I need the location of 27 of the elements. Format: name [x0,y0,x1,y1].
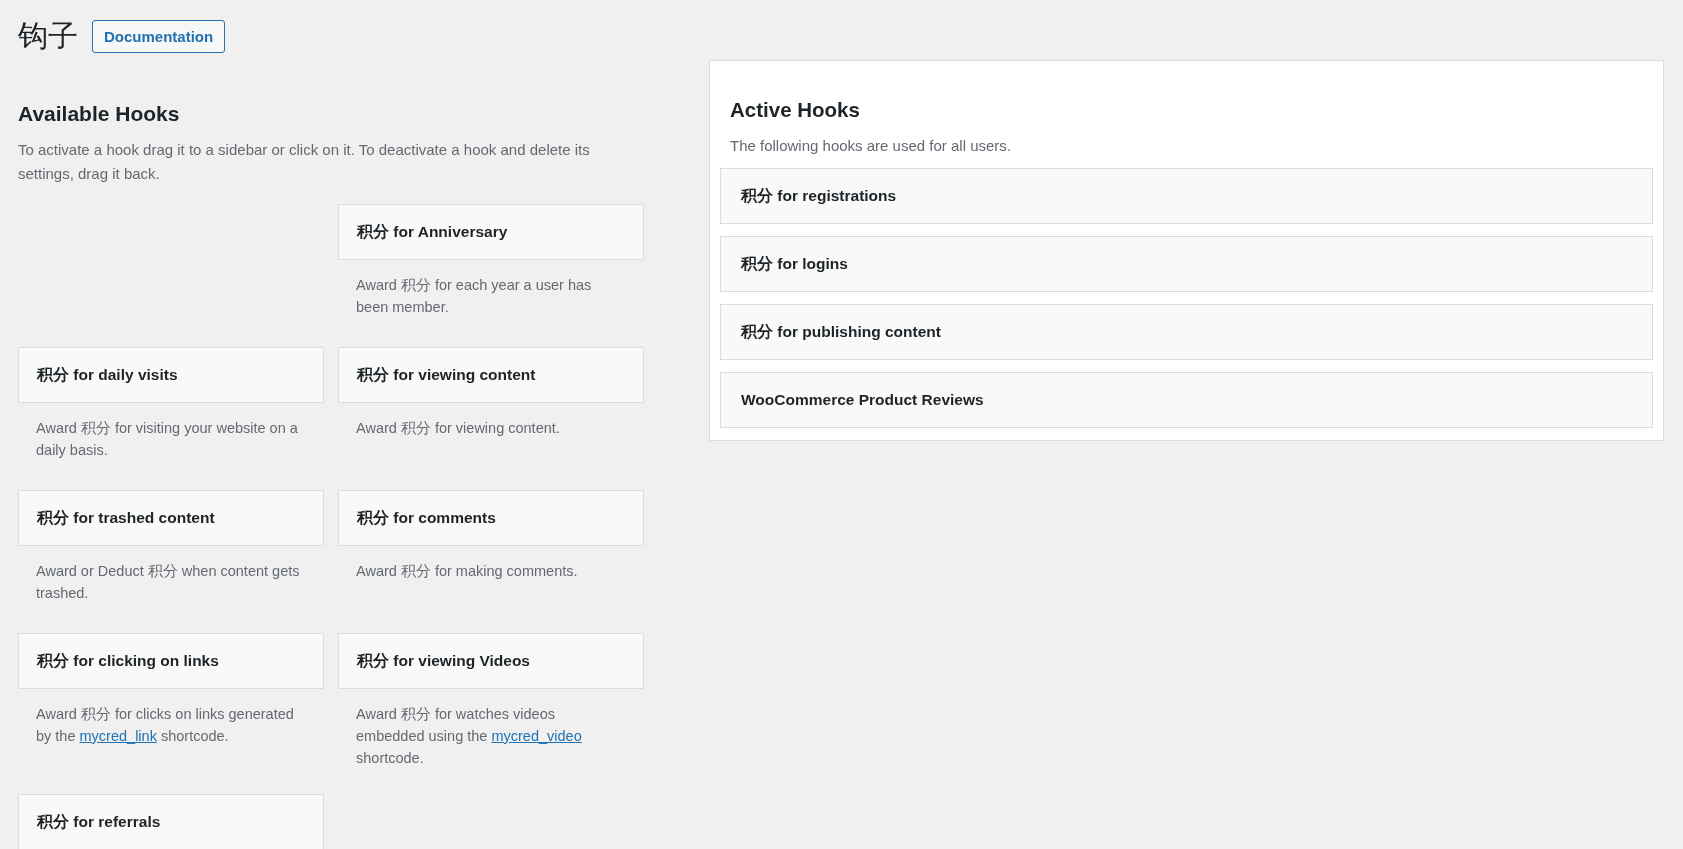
hook-description: Award 积分 for each year a user has been member. [355,276,593,317]
hook-description: Award 积分 for viewing content. [355,419,561,438]
page-title: 钩子 [18,18,78,54]
active-hook-card[interactable]: 积分 for registrations [720,168,1653,224]
hook-card[interactable]: 积分 for clicking on links [18,633,324,689]
documentation-button[interactable]: Documentation [92,19,226,53]
hook-card[interactable]: 积分 for daily visits [18,347,324,403]
hook-description: Award or Deduct 积分 when content gets trashed. [35,562,301,603]
hook-description: Award 积分 for making comments. [355,562,579,581]
hook-card[interactable]: 积分 for viewing Videos [338,633,644,689]
hook-card[interactable]: 积分 for comments [338,490,644,546]
hook-description: Award 积分 for clicks on links generated by the mycred_link shortcode. [35,705,295,746]
hook-card[interactable]: 积分 for trashed content [18,490,324,546]
active-hook-card[interactable]: WooCommerce Product Reviews [720,372,1653,428]
shortcode-link[interactable]: mycred_video [491,728,582,744]
hook-description: Award 积分 for visiting your website on a daily basis. [35,419,299,460]
active-hook-card[interactable]: 积分 for logins [720,236,1653,292]
shortcode-link[interactable]: mycred_link [79,728,157,744]
section-description: To activate a hook drag it to a sidebar or click on it. To deactivate a hook and delete its settings, drag it back. [18,140,591,184]
hook-description: Award 积分 for watches videos embedded using the mycred_video shortcode. [355,705,583,768]
hook-card[interactable]: 积分 for referrals [18,794,324,849]
active-hook-card[interactable]: 积分 for publishing content [720,304,1653,360]
panel-description: The following hooks are used for all users. [729,136,1012,156]
hook-card[interactable]: 积分 for viewing content [338,347,644,403]
panel-heading: Active Hooks [729,98,861,122]
section-heading: Available Hooks [18,102,181,126]
hook-card[interactable]: 积分 for Anniversary [338,204,644,260]
